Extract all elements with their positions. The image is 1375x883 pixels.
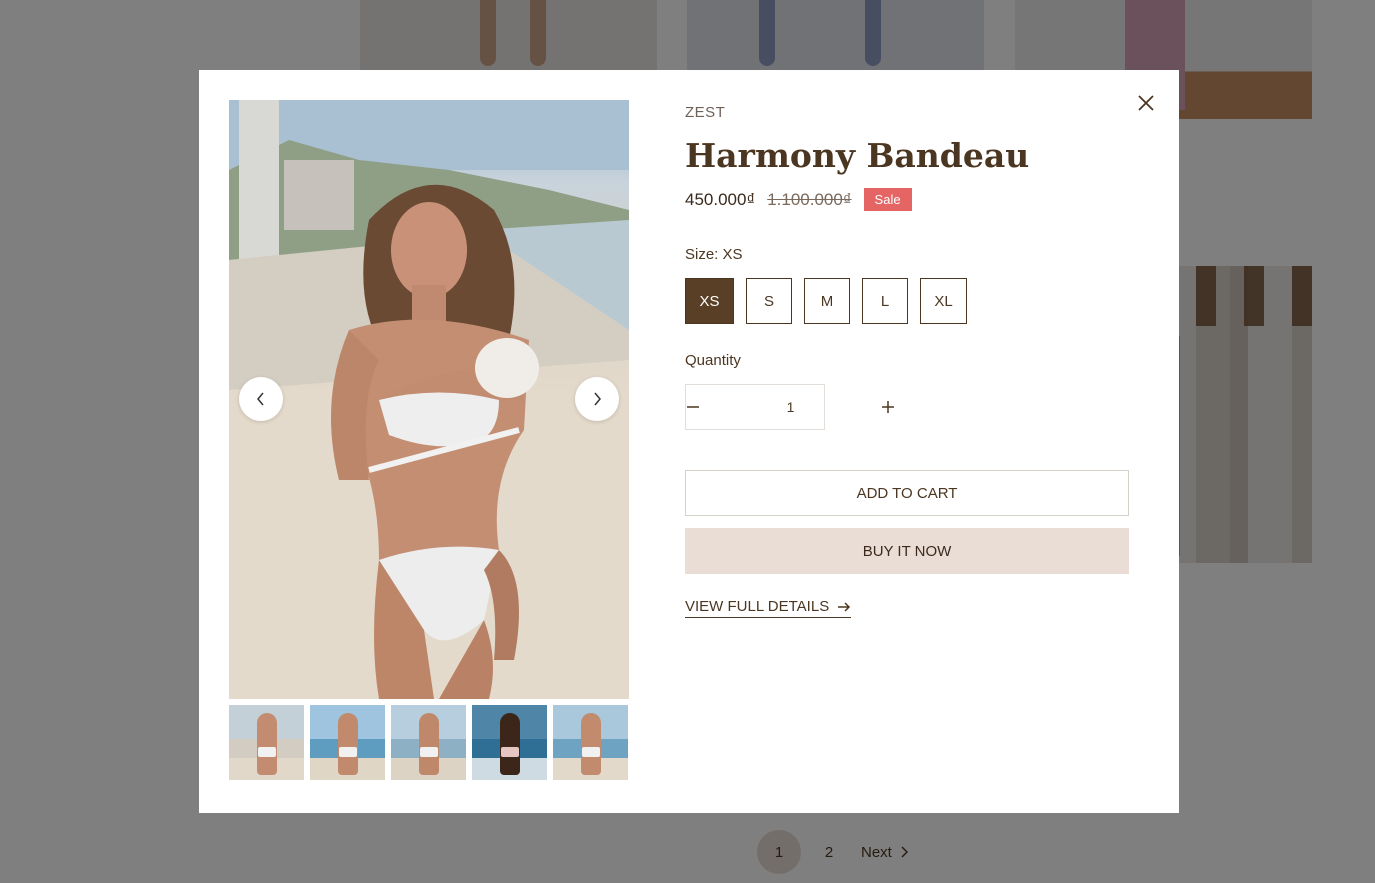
view-full-details-link[interactable]: VIEW FULL DETAILS [685, 598, 852, 618]
gallery-thumbnail[interactable] [391, 705, 466, 780]
size-options: XS S M L XL [685, 278, 967, 324]
product-main-image [229, 100, 629, 699]
quantity-stepper [685, 384, 894, 430]
gallery-prev-button[interactable] [239, 377, 283, 421]
quantity-input[interactable] [700, 399, 881, 415]
view-full-details-label: VIEW FULL DETAILS [685, 598, 830, 615]
product-photo [229, 100, 629, 699]
add-to-cart-button[interactable]: ADD TO CART [685, 470, 1129, 516]
product-title: Harmony Bandeau [685, 136, 1030, 175]
gallery-next-button[interactable] [575, 377, 619, 421]
price-row: 450.000₫ 1.100.000₫ Sale [685, 188, 912, 211]
gallery-thumbnails [229, 705, 629, 780]
gallery-thumbnail[interactable] [553, 705, 628, 780]
size-option-m[interactable]: M [804, 278, 850, 324]
size-option-xs[interactable]: XS [685, 278, 734, 324]
gallery-thumbnail[interactable] [229, 705, 304, 780]
minus-icon [687, 406, 699, 408]
plus-icon [882, 401, 894, 413]
compare-price: 1.100.000₫ [767, 189, 852, 209]
quantity-label: Quantity [685, 352, 741, 369]
size-label: Size: [685, 246, 719, 263]
quick-view-modal: ZEST Harmony Bandeau 450.000₫ 1.100.000₫… [199, 70, 1179, 813]
gallery-thumbnail[interactable] [472, 705, 547, 780]
size-option-xl[interactable]: XL [920, 278, 967, 324]
size-option-s[interactable]: S [746, 278, 792, 324]
chevron-left-icon [257, 392, 264, 406]
size-option-l[interactable]: L [862, 278, 908, 324]
size-selected-value: XS [722, 246, 743, 263]
product-vendor[interactable]: ZEST [685, 104, 725, 121]
quantity-decrease-button[interactable] [686, 385, 700, 429]
product-gallery [229, 100, 629, 780]
sale-badge: Sale [863, 188, 912, 211]
sale-price: 450.000₫ [685, 189, 756, 209]
chevron-right-icon [594, 392, 601, 406]
close-icon [1138, 95, 1154, 111]
buy-it-now-button[interactable]: BUY IT NOW [685, 528, 1129, 574]
gallery-thumbnail[interactable] [310, 705, 385, 780]
arrow-right-icon [838, 601, 851, 612]
quantity-increase-button[interactable] [881, 385, 895, 429]
size-label-row: Size: XS [685, 246, 743, 263]
close-modal-button[interactable] [1135, 92, 1157, 114]
